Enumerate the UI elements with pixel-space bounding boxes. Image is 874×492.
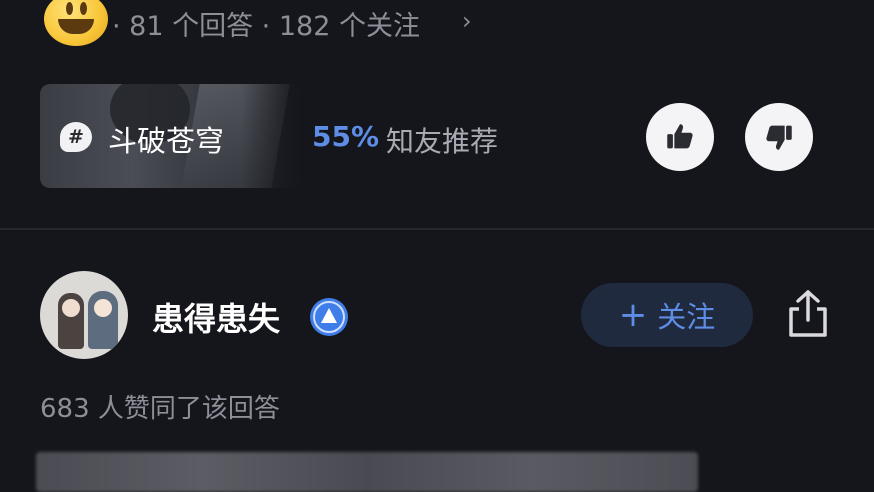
avatar[interactable] — [40, 271, 128, 359]
section-divider — [0, 228, 874, 230]
thumbs-up-icon — [667, 124, 693, 149]
follow-label: 关注 — [657, 300, 716, 334]
recommend-label: 知友推荐 — [386, 125, 499, 158]
plus-icon: + — [618, 295, 648, 335]
thumbs-down-icon — [766, 125, 792, 150]
question-stats-row[interactable]: · 81 个回答 · 182 个关注 › — [0, 0, 874, 48]
agree-count: 683 人赞同了该回答 — [40, 394, 280, 424]
author-name[interactable]: 患得患失 — [152, 294, 280, 340]
dislike-button[interactable] — [745, 103, 813, 171]
topic-name: 斗破苍穹 — [108, 124, 225, 158]
hash-icon: # — [60, 122, 92, 152]
chevron-right-icon: › — [462, 7, 472, 35]
smile-emoji-icon — [44, 0, 108, 46]
like-button[interactable] — [646, 103, 714, 171]
share-icon[interactable] — [785, 288, 831, 340]
follow-button[interactable]: + 关注 — [581, 283, 753, 347]
verified-badge-icon — [310, 298, 348, 336]
recommend-percent: 55% — [312, 120, 380, 153]
topic-card[interactable]: # 斗破苍穹 — [40, 84, 302, 188]
answer-preview-blurred — [36, 452, 698, 492]
question-stats-text: · 81 个回答 · 182 个关注 — [112, 11, 420, 42]
